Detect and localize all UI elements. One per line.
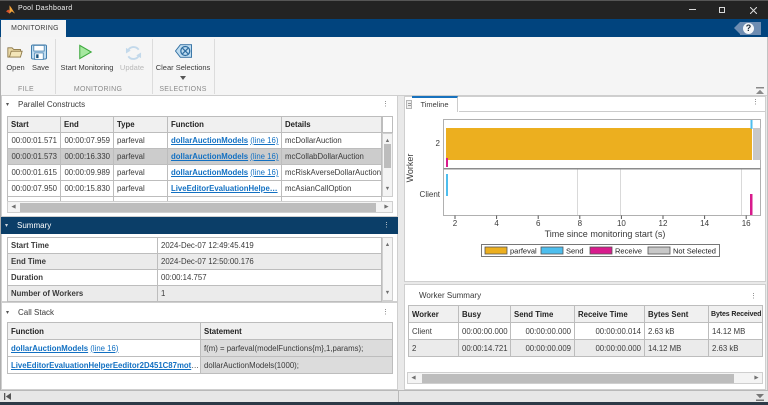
svg-text:Worker: Worker [405,154,415,183]
svg-text:Send: Send [566,247,584,256]
svg-text:Time since monitoring start (s: Time since monitoring start (s) [545,229,666,239]
svg-text:Not Selected: Not Selected [673,247,716,256]
svg-text:12: 12 [659,219,668,228]
svg-text:Receive: Receive [615,247,642,256]
svg-text:6: 6 [536,219,541,228]
svg-text:4: 4 [494,219,499,228]
svg-text:10: 10 [617,219,626,228]
svg-text:2: 2 [436,139,441,148]
svg-text:parfeval: parfeval [510,247,537,256]
svg-text:8: 8 [578,219,583,228]
svg-text:16: 16 [742,219,751,228]
svg-text:Client: Client [420,190,441,199]
svg-text:14: 14 [700,219,709,228]
svg-text:2: 2 [453,219,458,228]
